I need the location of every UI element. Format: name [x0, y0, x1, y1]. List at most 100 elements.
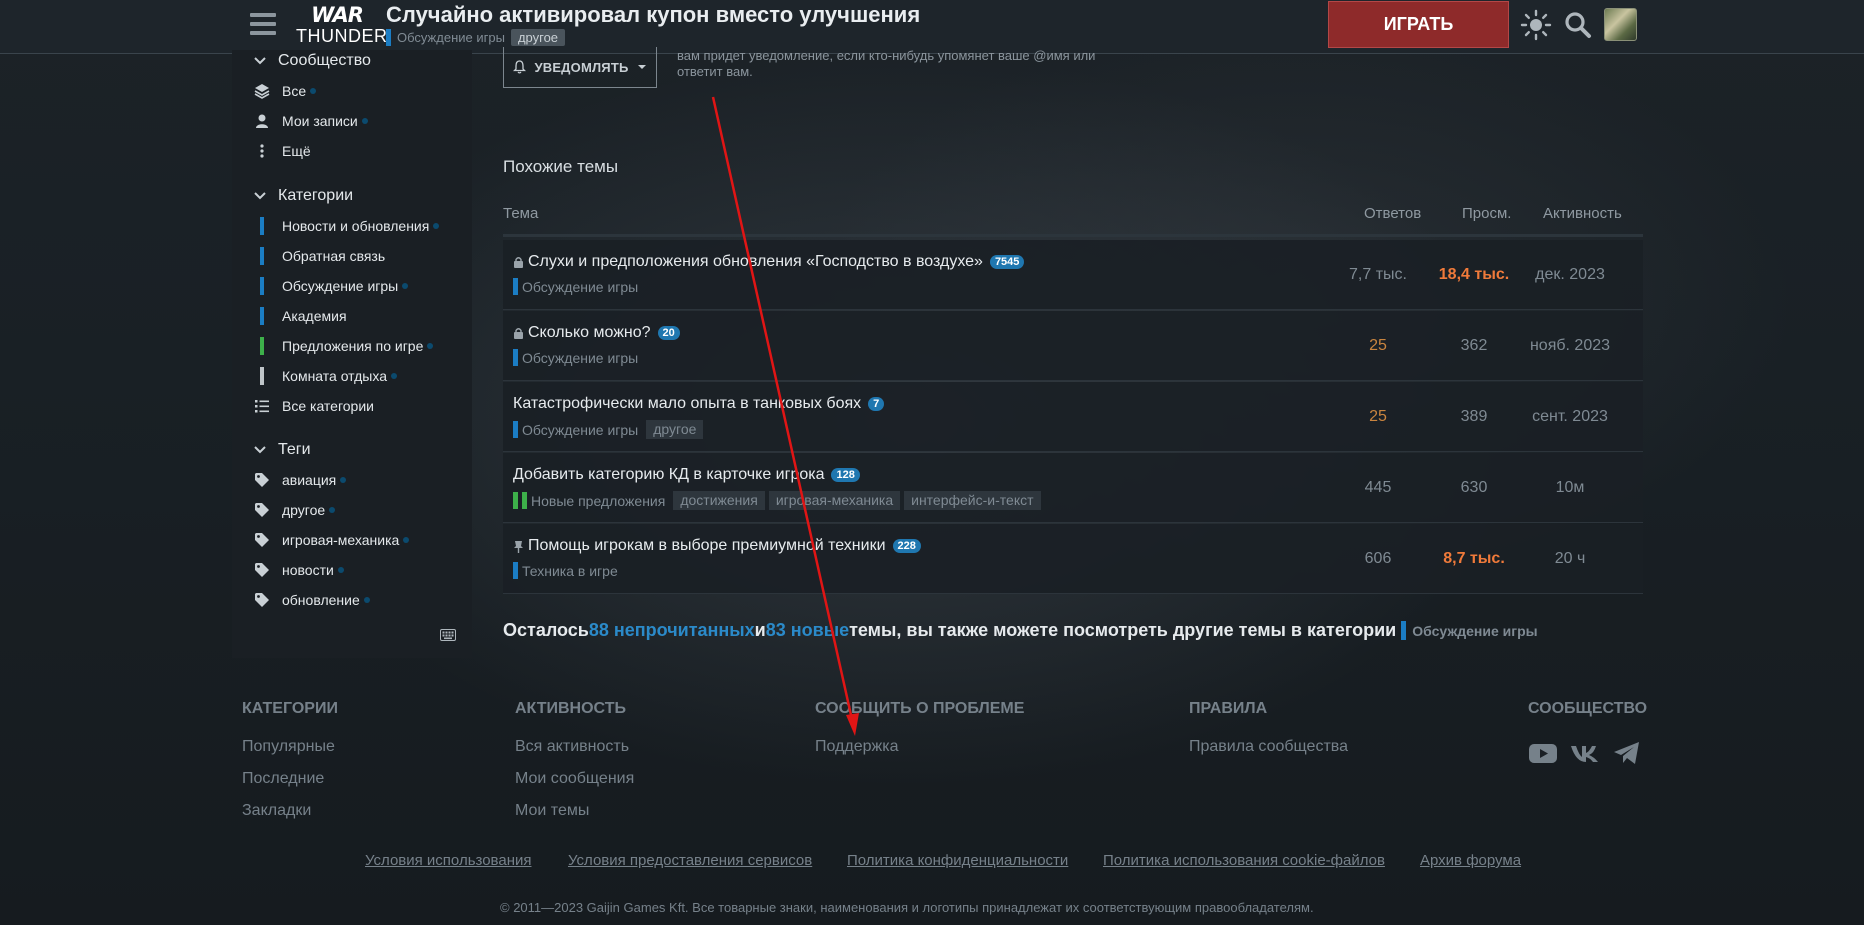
sidebar-tag-game-mechanics[interactable]: игровая-механика	[254, 529, 410, 551]
unread-topics-link[interactable]: 88 непрочитанных	[589, 620, 755, 641]
footer-link-bookmarks[interactable]: Закладки	[242, 802, 311, 820]
remaining-category-link[interactable]: Обсуждение игры	[1412, 623, 1537, 639]
telegram-icon[interactable]	[1612, 740, 1642, 766]
sidebar-item-feedback[interactable]: Обратная связь	[254, 245, 385, 267]
sidebar-section-tags[interactable]: Теги	[254, 441, 311, 459]
footer-link-all-activity[interactable]: Вся активность	[515, 738, 629, 756]
topic-title-link[interactable]: Слухи и предположения обновления «Господ…	[513, 253, 1025, 271]
sidebar-item-academy[interactable]: Академия	[254, 305, 347, 327]
chevron-down-icon	[254, 446, 266, 454]
activity-date[interactable]: нояб. 2023	[1525, 337, 1615, 355]
views-count[interactable]: 8,7 тыс.	[1429, 550, 1519, 568]
replies-count[interactable]: 445	[1333, 479, 1423, 497]
column-views[interactable]: Просм.	[1462, 205, 1511, 222]
topic-title-link[interactable]: Катастрофически мало опыта в танковых бо…	[513, 395, 885, 413]
chevron-down-icon	[254, 192, 266, 200]
column-activity[interactable]: Активность	[1543, 205, 1622, 222]
footer-legal-cookies[interactable]: Политика использования cookie-файлов	[1103, 852, 1385, 869]
topic-title-text: Слухи и предположения обновления «Господ…	[528, 253, 983, 270]
topic-category-link[interactable]: Обсуждение игры	[522, 279, 638, 295]
replies-count[interactable]: 25	[1333, 408, 1423, 426]
topic-category-link[interactable]: Обсуждение игры	[397, 30, 505, 45]
sidebar-item-game-discussion[interactable]: Обсуждение игры	[254, 275, 409, 297]
sidebar-item-my-posts[interactable]: Мои записи	[254, 110, 368, 132]
sidebar-section-community[interactable]: Сообщество	[254, 52, 371, 70]
tag-icon	[254, 532, 270, 548]
activity-date[interactable]: 20 ч	[1525, 550, 1615, 568]
sidebar-tag-news[interactable]: новости	[254, 559, 344, 581]
keyboard-icon[interactable]	[440, 629, 456, 641]
topic-tag[interactable]: интерфейс-и-текст	[904, 491, 1041, 510]
footer-link-popular[interactable]: Популярные	[242, 738, 335, 756]
table-row[interactable]: Катастрофически мало опыта в танковых бо…	[503, 382, 1643, 452]
more-vertical-icon	[254, 143, 270, 159]
topic-category-link[interactable]: Обсуждение игры	[522, 422, 638, 438]
column-replies[interactable]: Ответов	[1364, 205, 1421, 222]
table-row[interactable]: Слухи и предположения обновления «Господ…	[503, 240, 1643, 310]
column-topic[interactable]: Тема	[503, 205, 538, 222]
footer-legal-privacy[interactable]: Политика конфиденциальности	[847, 852, 1068, 869]
views-count[interactable]: 389	[1429, 408, 1519, 426]
footer-link-latest[interactable]: Последние	[242, 770, 324, 788]
sidebar-tag-other[interactable]: другое	[254, 499, 336, 521]
footer-link-community-rules[interactable]: Правила сообщества	[1189, 738, 1348, 756]
youtube-icon[interactable]	[1528, 740, 1558, 766]
topic-title-link[interactable]: Сколько можно? 20	[513, 324, 680, 342]
sidebar-section-categories[interactable]: Категории	[254, 187, 353, 205]
play-button[interactable]: ИГРАТЬ	[1328, 1, 1509, 48]
topic-category-link[interactable]: Техника в игре	[522, 563, 618, 579]
topic-meta: Обсуждение игры	[513, 278, 642, 295]
footer-legal-terms[interactable]: Условия использования	[365, 852, 532, 869]
logo-bottom-text: THUNDER	[296, 26, 388, 46]
replies-count[interactable]: 25	[1333, 337, 1423, 355]
avatar[interactable]	[1604, 8, 1637, 41]
activity-date[interactable]: сент. 2023	[1525, 408, 1615, 426]
footer-legal-services[interactable]: Условия предоставления сервисов	[568, 852, 812, 869]
activity-date[interactable]: 10м	[1525, 479, 1615, 497]
category-color-bar	[513, 421, 518, 438]
post-count-badge[interactable]: 20	[657, 326, 680, 340]
table-row[interactable]: Сколько можно? 20 Обсуждение игры 25 362 нояб…	[503, 311, 1643, 381]
views-count[interactable]: 18,4 тыс.	[1429, 266, 1519, 284]
footer-link-support[interactable]: Поддержка	[815, 738, 898, 756]
new-topics-link[interactable]: 83 новые	[766, 620, 849, 641]
topic-title-text: Помощь игрокам в выборе премиумной техни…	[528, 537, 886, 554]
sidebar-tag-aviation[interactable]: авиация	[254, 469, 347, 491]
topic-tag[interactable]: достижения	[673, 491, 765, 510]
topic-title-link[interactable]: Помощь игрокам в выборе премиумной техни…	[513, 537, 921, 555]
post-count-badge[interactable]: 128	[831, 468, 860, 482]
footer-link-my-topics[interactable]: Мои темы	[515, 802, 589, 820]
replies-count[interactable]: 7,7 тыс.	[1333, 266, 1423, 284]
sidebar-item-all[interactable]: Все	[254, 80, 317, 102]
sidebar-item-all-categories[interactable]: Все категории	[254, 395, 374, 417]
topic-tag[interactable]: другое	[510, 29, 566, 46]
table-row[interactable]: Помощь игрокам в выборе премиумной техни…	[503, 524, 1643, 594]
topic-category-link[interactable]: Новые предложения	[531, 493, 665, 509]
post-count-badge[interactable]: 7545	[989, 255, 1025, 269]
war-thunder-logo[interactable]: WAR THUNDER	[296, 4, 388, 48]
topic-category-link[interactable]: Обсуждение игры	[522, 350, 638, 366]
theme-toggle-icon[interactable]	[1520, 9, 1552, 41]
notification-level-button[interactable]: УВЕДОМЛЯТЬ	[503, 47, 657, 88]
post-count-badge[interactable]: 228	[892, 539, 921, 553]
search-icon[interactable]	[1562, 9, 1594, 41]
footer-link-my-messages[interactable]: Мои сообщения	[515, 770, 634, 788]
topic-tag[interactable]: другое	[646, 420, 704, 439]
sidebar-item-more[interactable]: Ещё	[254, 140, 311, 162]
table-row[interactable]: Добавить категорию КД в карточке игрока 1…	[503, 453, 1643, 523]
page-title[interactable]: Случайно активировал купон вместо улучше…	[386, 2, 920, 28]
vk-icon[interactable]	[1570, 740, 1600, 766]
sidebar-item-news[interactable]: Новости и обновления	[254, 215, 440, 237]
menu-icon[interactable]	[250, 13, 276, 35]
post-count-badge[interactable]: 7	[868, 397, 885, 411]
sidebar-tag-update[interactable]: обновление	[254, 589, 370, 611]
replies-count[interactable]: 606	[1333, 550, 1423, 568]
topic-tag[interactable]: игровая-механика	[768, 491, 901, 510]
sidebar-item-suggestions[interactable]: Предложения по игре	[254, 335, 434, 357]
views-count[interactable]: 362	[1429, 337, 1519, 355]
topic-title-link[interactable]: Добавить категорию КД в карточке игрока 1…	[513, 466, 860, 484]
activity-date[interactable]: дек. 2023	[1525, 266, 1615, 284]
sidebar-item-lounge[interactable]: Комната отдыха	[254, 365, 397, 387]
views-count[interactable]: 630	[1429, 479, 1519, 497]
footer-legal-archive[interactable]: Архив форума	[1420, 852, 1521, 869]
